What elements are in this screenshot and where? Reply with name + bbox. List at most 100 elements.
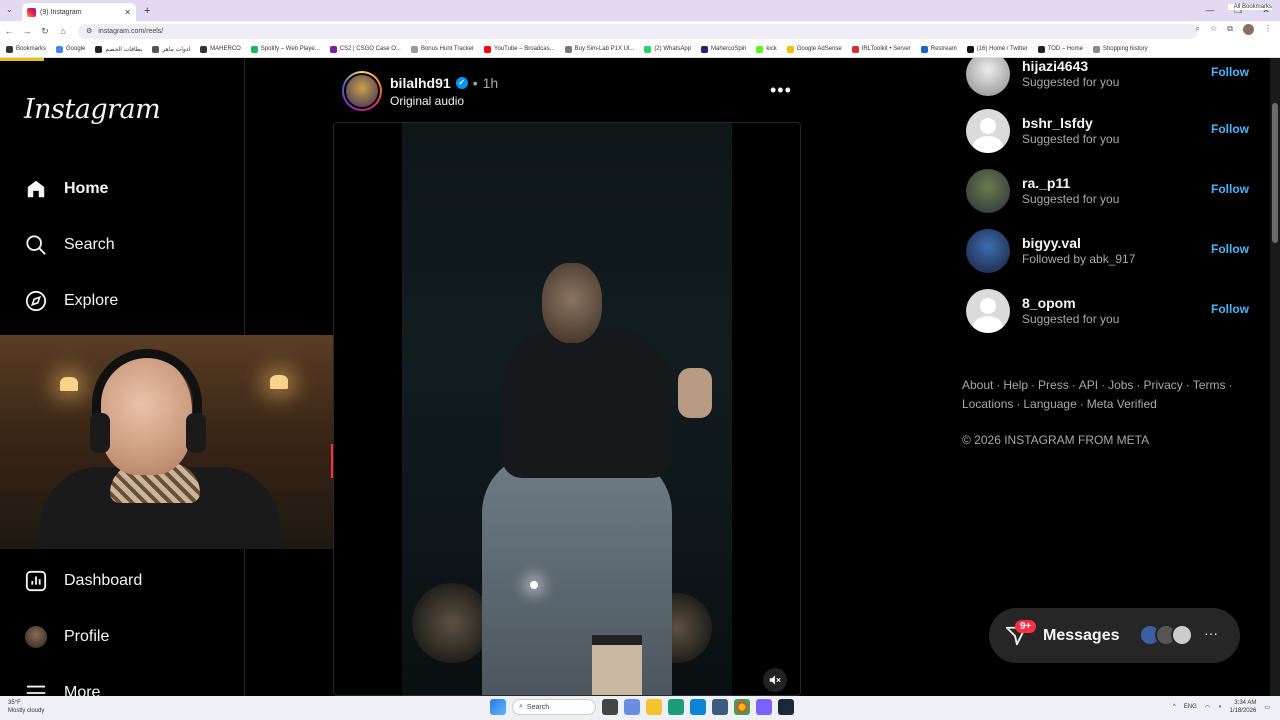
suggestion-username[interactable]: hijazi4643	[1022, 58, 1088, 74]
follow-button[interactable]: Follow	[1211, 302, 1249, 316]
all-bookmarks-button[interactable]: All Bookmarks	[1227, 4, 1272, 10]
bookmark-item[interactable]: IRLToolkit • Server	[851, 45, 911, 53]
suggestion-avatar[interactable]	[966, 58, 1010, 96]
minimize-icon[interactable]: —	[1196, 0, 1224, 21]
footer-link[interactable]: Language	[1023, 397, 1076, 411]
footer-separator: ·	[1101, 378, 1106, 392]
suggestion-username[interactable]: bshr_lsfdy	[1022, 115, 1093, 131]
bookmark-item[interactable]: Shopping history	[1092, 45, 1148, 53]
browser-menu-icon[interactable]: ⋮	[1264, 24, 1272, 35]
footer-link[interactable]: API	[1079, 378, 1098, 392]
weather-widget[interactable]: 35°F Mostly cloudy	[8, 699, 44, 715]
bookmark-item[interactable]: kick	[756, 45, 777, 53]
wifi-icon[interactable]: ◠	[1205, 704, 1210, 711]
post-audio[interactable]: Original audio	[390, 94, 498, 108]
bookmark-item[interactable]: Spotify – Web Playe...	[250, 45, 320, 53]
mute-toggle[interactable]	[763, 668, 787, 692]
bookmark-item[interactable]: Google AdSense	[786, 45, 842, 53]
footer-link[interactable]: Help	[1003, 378, 1028, 392]
suggestion-username[interactable]: bigyy.val	[1022, 235, 1081, 251]
tab-search-icon[interactable]: ⌄	[6, 5, 13, 14]
back-icon[interactable]: ←	[0, 26, 18, 36]
default-avatar-icon[interactable]	[966, 109, 1010, 153]
notifications-icon[interactable]: ▭	[1264, 704, 1270, 711]
bookmark-item[interactable]: Bookmarks	[6, 45, 46, 53]
footer-link[interactable]: Privacy	[1143, 378, 1182, 392]
bookmark-item[interactable]: CS2 | CSGO Case O...	[329, 45, 401, 53]
taskbar-search[interactable]: ⌕ Search	[512, 699, 596, 715]
suggestion-avatar[interactable]	[966, 229, 1010, 273]
task-view-icon[interactable]	[602, 699, 618, 715]
post-username[interactable]: bilalhd91	[390, 75, 451, 91]
follow-button[interactable]: Follow	[1211, 182, 1249, 196]
file-explorer-icon[interactable]	[646, 699, 662, 715]
more-options-icon[interactable]: •••	[770, 80, 792, 101]
nav-dashboard[interactable]: Dashboard	[24, 569, 142, 592]
follow-button[interactable]: Follow	[1211, 242, 1249, 256]
app-icon[interactable]	[712, 699, 728, 715]
instagram-logo[interactable]: Instagram	[24, 94, 161, 125]
new-tab-icon[interactable]: +	[144, 5, 150, 17]
footer-link[interactable]: Press	[1038, 378, 1069, 392]
suggestion-avatar[interactable]	[966, 169, 1010, 213]
bookmark-item[interactable]: Bonus Hunt Tracker	[410, 45, 474, 53]
extensions-icon[interactable]: ⧉	[1227, 24, 1233, 35]
reload-icon[interactable]: ↻	[36, 26, 54, 37]
nav-home[interactable]: Home	[24, 177, 108, 200]
messages-button[interactable]: 9+ Messages ···	[989, 608, 1240, 663]
bookmark-item[interactable]: TOD – Home	[1037, 45, 1083, 53]
footer-link[interactable]: Meta Verified	[1087, 397, 1157, 411]
footer-link[interactable]: Jobs	[1108, 378, 1133, 392]
bookmark-item[interactable]: MAHERCO	[200, 45, 241, 53]
url-field[interactable]: ⚙ instagram.com/reels/	[78, 23, 1198, 39]
scrollbar-thumb[interactable]	[1272, 103, 1278, 243]
bookmark-item[interactable]: بطاقات الخصم	[95, 45, 142, 53]
discord-icon[interactable]	[756, 699, 772, 715]
follow-button[interactable]: Follow	[1211, 65, 1249, 79]
post-author-avatar[interactable]	[342, 71, 382, 111]
suggestion-username[interactable]: ra._p11	[1022, 175, 1070, 191]
page-scrollbar[interactable]	[1270, 58, 1280, 696]
store-icon[interactable]	[668, 699, 684, 715]
nav-more[interactable]: More	[24, 681, 100, 696]
bookmark-item[interactable]: (2) WhatsApp	[644, 45, 691, 53]
lang-indicator[interactable]: ENG	[1184, 704, 1197, 710]
follow-button[interactable]: Follow	[1211, 122, 1249, 136]
bookmark-item[interactable]: YouTube – Broadcas...	[484, 45, 555, 53]
forward-icon[interactable]: →	[18, 26, 36, 36]
reel-video[interactable]	[333, 122, 801, 696]
home-browser-icon[interactable]: ⌂	[54, 26, 72, 36]
browser-tab[interactable]: (9) Instagram ✕	[22, 3, 136, 21]
browser-profile-avatar[interactable]	[1243, 24, 1254, 35]
suggestion-item: bigyy.val Followed by abk_917 Follow	[966, 229, 1250, 273]
star-icon[interactable]: ☆	[1210, 24, 1217, 35]
bookmark-item[interactable]: MahercoSpin	[701, 45, 747, 53]
zoom-icon[interactable]: ⌕	[1196, 24, 1200, 35]
edge-icon[interactable]	[690, 699, 706, 715]
footer-separator: ·	[1079, 397, 1084, 411]
windows-start-icon[interactable]	[490, 699, 506, 715]
nav-explore[interactable]: Explore	[24, 289, 118, 312]
clock[interactable]: 3:34 AM 1/18/2026	[1230, 699, 1257, 715]
bookmark-item[interactable]: Restream	[920, 45, 957, 53]
tray-overflow-icon[interactable]: ^	[1173, 704, 1176, 710]
volume-icon[interactable]: ◖	[1218, 704, 1222, 710]
bookmark-item[interactable]: Google	[56, 45, 85, 53]
close-tab-icon[interactable]: ✕	[124, 8, 131, 17]
nav-profile[interactable]: Profile	[24, 625, 109, 648]
bookmark-item[interactable]: (16) Home / Twitter	[966, 45, 1028, 53]
chrome-icon[interactable]	[734, 699, 750, 715]
nav-search[interactable]: Search	[24, 233, 115, 256]
footer-link[interactable]: Terms	[1193, 378, 1226, 392]
footer-link[interactable]: Locations	[962, 397, 1013, 411]
widgets-icon[interactable]	[624, 699, 640, 715]
suggestion-username[interactable]: 8_opom	[1022, 295, 1076, 311]
bookmark-item[interactable]: ادوات ماهر	[152, 45, 190, 53]
steam-icon[interactable]	[778, 699, 794, 715]
site-info-icon[interactable]: ⚙	[86, 27, 92, 35]
footer-link[interactable]: About	[962, 378, 993, 392]
bookmark-item[interactable]: Buy Sim-Lab P1X Ul...	[564, 45, 634, 53]
bookmark-label: MahercoSpin	[711, 46, 747, 52]
more-icon[interactable]: ···	[1204, 625, 1218, 641]
default-avatar-icon[interactable]	[966, 289, 1010, 333]
